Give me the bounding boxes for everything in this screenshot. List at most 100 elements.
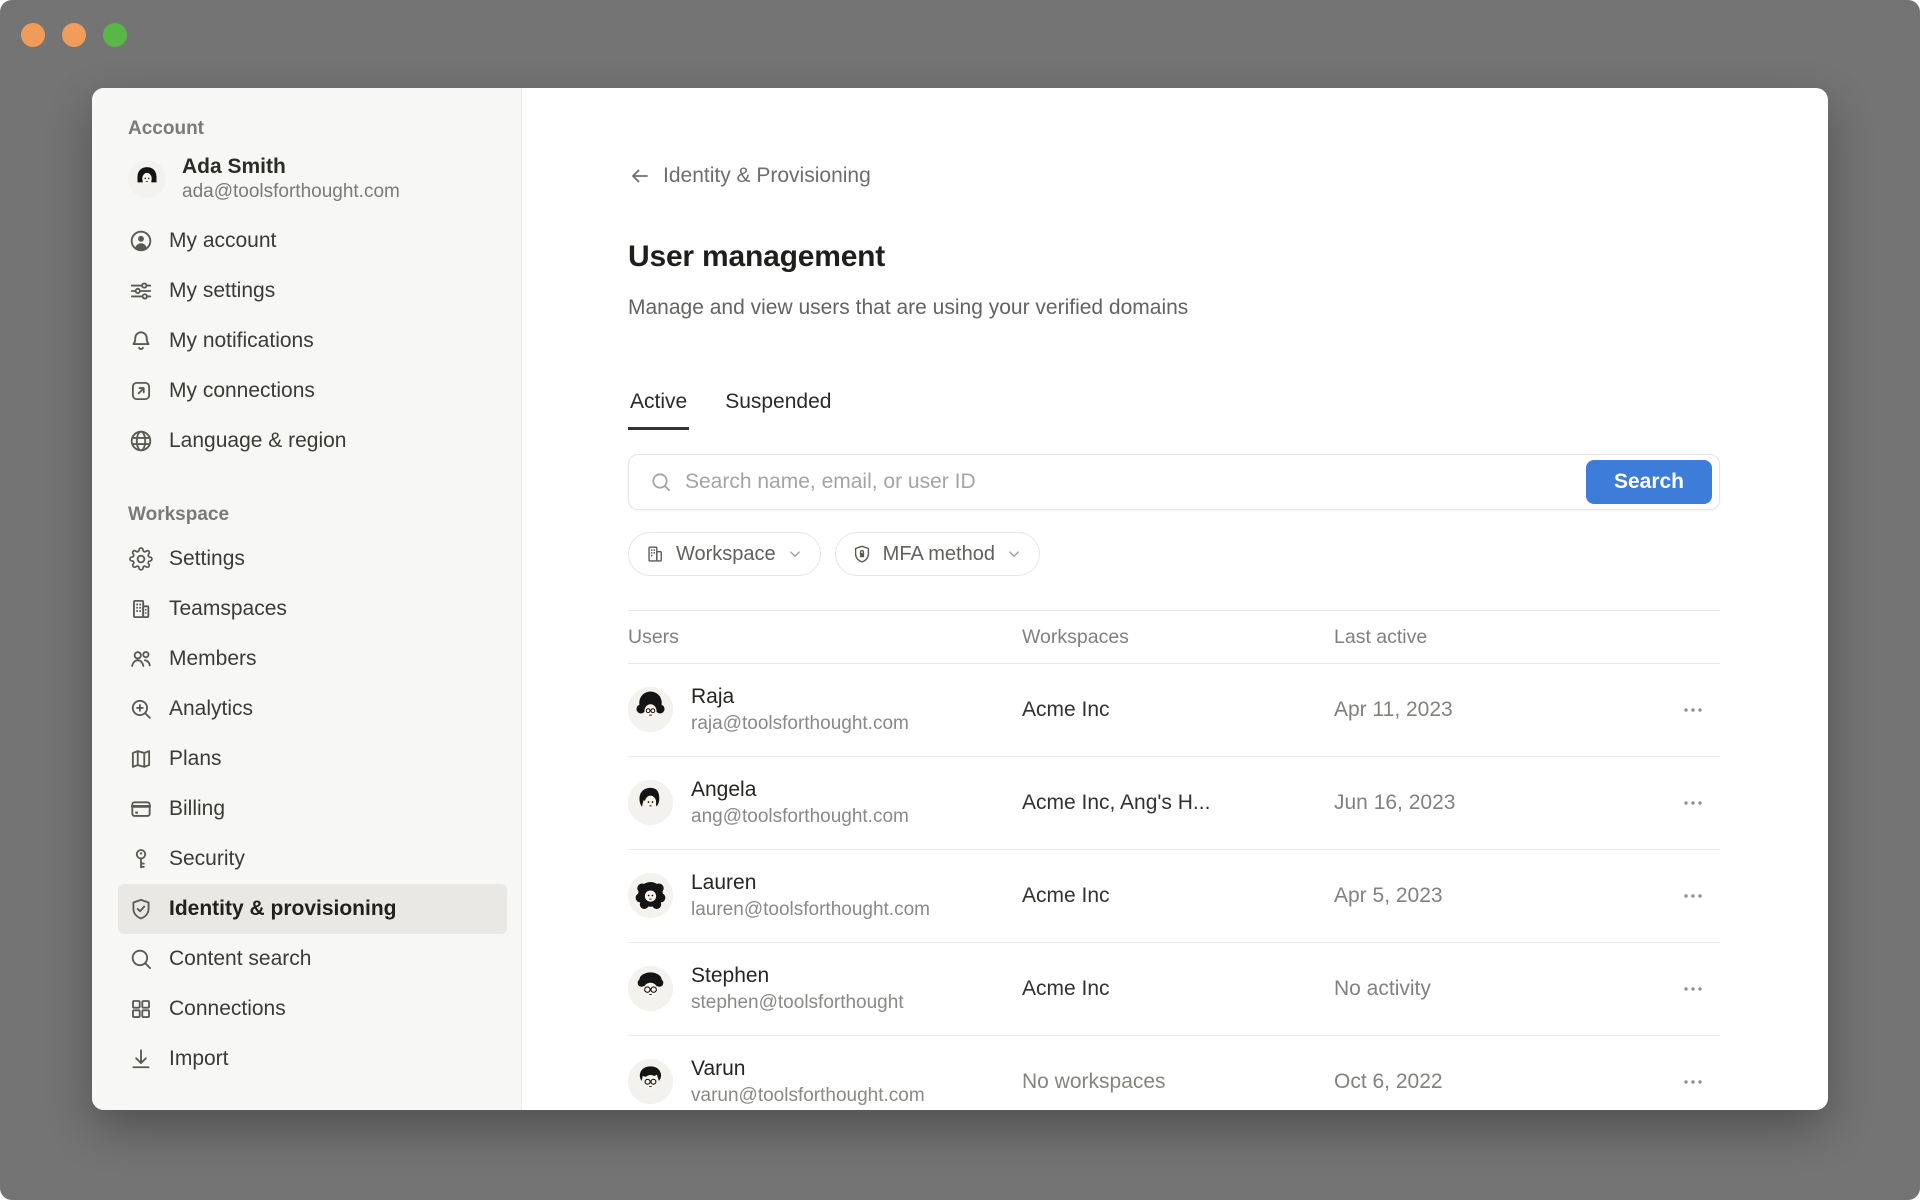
users-table: Users Workspaces Last active Raja raja@t… [628, 610, 1720, 1110]
user-last-active: Jun 16, 2023 [1334, 791, 1624, 815]
row-actions-button[interactable] [1676, 883, 1710, 909]
workspace-filter-chip[interactable]: Workspace [628, 532, 821, 576]
map-icon [128, 746, 154, 772]
credit-card-icon [128, 796, 154, 822]
chevron-down-icon [1005, 545, 1023, 563]
table-row: Raja raja@toolsforthought.com Acme Inc A… [628, 664, 1720, 757]
tab-suspended[interactable]: Suspended [723, 390, 833, 430]
search-icon [649, 470, 673, 494]
search-button[interactable]: Search [1586, 460, 1712, 504]
sidebar-item-billing[interactable]: Billing [118, 784, 507, 834]
zoom-button[interactable] [103, 23, 127, 47]
chip-label: Workspace [676, 543, 776, 566]
settings-window: Account Ada Smith ada@toolsforthought.co… [92, 88, 1828, 1110]
sidebar-item-label: Security [169, 847, 245, 871]
grid-icon [128, 996, 154, 1022]
row-actions-button[interactable] [1676, 790, 1710, 816]
row-actions-button[interactable] [1676, 697, 1710, 723]
column-header-last-active: Last active [1334, 626, 1624, 649]
user-email: stephen@toolsforthought [691, 991, 904, 1016]
sidebar-item-my-settings[interactable]: My settings [118, 266, 507, 316]
user-workspaces: Acme Inc [1022, 698, 1334, 722]
page-subtitle: Manage and view users that are using you… [628, 296, 1720, 320]
gear-icon [128, 546, 154, 572]
table-header: Users Workspaces Last active [628, 611, 1720, 664]
sidebar-item-analytics[interactable]: Analytics [118, 684, 507, 734]
user-workspaces: Acme Inc [1022, 884, 1334, 908]
tabs: Active Suspended [628, 390, 1720, 430]
user-management-panel: Identity & Provisioning User management … [522, 88, 1828, 1110]
sidebar-item-import[interactable]: Import [118, 1034, 507, 1084]
import-arrow-icon [128, 1046, 154, 1072]
key-icon [128, 846, 154, 872]
sidebar-item-label: Members [169, 647, 257, 671]
sidebar-item-members[interactable]: Members [118, 634, 507, 684]
sidebar-item-label: Settings [169, 547, 245, 571]
magnifier-plus-icon [128, 696, 154, 722]
sidebar-item-teamspaces[interactable]: Teamspaces [118, 584, 507, 634]
building-icon [128, 596, 154, 622]
shield-check-icon [128, 896, 154, 922]
settings-sidebar: Account Ada Smith ada@toolsforthought.co… [92, 88, 522, 1110]
table-row: Stephen stephen@toolsforthought Acme Inc… [628, 943, 1720, 1036]
ellipsis-icon [1681, 698, 1705, 722]
user-last-active: Oct 6, 2022 [1334, 1070, 1624, 1094]
user-name: Stephen [691, 962, 904, 989]
angela-avatar [628, 780, 673, 825]
user-name: Angela [691, 776, 909, 803]
minimize-button[interactable] [62, 23, 86, 47]
sidebar-item-label: My notifications [169, 329, 314, 353]
breadcrumb-label: Identity & Provisioning [663, 164, 871, 188]
ellipsis-icon [1681, 791, 1705, 815]
page-title: User management [628, 240, 1720, 274]
building-icon [644, 543, 666, 565]
sidebar-item-security[interactable]: Security [118, 834, 507, 884]
sidebar-item-settings[interactable]: Settings [118, 534, 507, 584]
tab-active[interactable]: Active [628, 390, 689, 430]
user-workspaces: No workspaces [1022, 1070, 1334, 1094]
filter-chips: Workspace MFA method [628, 532, 1720, 576]
breadcrumb-back[interactable]: Identity & Provisioning [628, 164, 871, 188]
sliders-icon [128, 278, 154, 304]
raja-avatar [628, 687, 673, 732]
sidebar-profile[interactable]: Ada Smith ada@toolsforthought.com [118, 148, 507, 216]
row-actions-button[interactable] [1676, 976, 1710, 1002]
sidebar-item-my-account[interactable]: My account [118, 216, 507, 266]
arrow-up-right-box-icon [128, 378, 154, 404]
row-actions-button[interactable] [1676, 1069, 1710, 1095]
sidebar-section-workspace: Workspace [118, 504, 507, 534]
sidebar-item-language-region[interactable]: Language & region [118, 416, 507, 466]
sidebar-item-my-notifications[interactable]: My notifications [118, 316, 507, 366]
globe-icon [128, 428, 154, 454]
ellipsis-icon [1681, 977, 1705, 1001]
table-row: Angela ang@toolsforthought.com Acme Inc,… [628, 757, 1720, 850]
sidebar-item-connections[interactable]: Connections [118, 984, 507, 1034]
people-icon [128, 646, 154, 672]
sidebar-item-label: Identity & provisioning [169, 897, 397, 921]
search-input[interactable] [685, 470, 1574, 494]
sidebar-item-content-search[interactable]: Content search [118, 934, 507, 984]
sidebar-section-account: Account [118, 118, 507, 148]
user-last-active: Apr 11, 2023 [1334, 698, 1624, 722]
sidebar-item-identity-provisioning[interactable]: Identity & provisioning [118, 884, 507, 934]
user-email: raja@toolsforthought.com [691, 712, 909, 737]
sidebar-item-label: Import [169, 1047, 229, 1071]
close-button[interactable] [21, 23, 45, 47]
sidebar-item-plans[interactable]: Plans [118, 734, 507, 784]
sidebar-item-label: Billing [169, 797, 225, 821]
back-arrow-icon [628, 164, 652, 188]
lauren-avatar [628, 873, 673, 918]
bell-icon [128, 328, 154, 354]
ellipsis-icon [1681, 884, 1705, 908]
user-workspaces: Acme Inc [1022, 977, 1334, 1001]
sidebar-item-label: Plans [169, 747, 222, 771]
varun-avatar [628, 1059, 673, 1104]
column-header-workspaces: Workspaces [1022, 626, 1334, 649]
chevron-down-icon [786, 545, 804, 563]
sidebar-item-my-connections[interactable]: My connections [118, 366, 507, 416]
user-email: lauren@toolsforthought.com [691, 898, 930, 923]
shield-lock-icon [851, 543, 873, 565]
user-last-active: No activity [1334, 977, 1624, 1001]
sidebar-item-label: Language & region [169, 429, 347, 453]
mfa-method-filter-chip[interactable]: MFA method [835, 532, 1040, 576]
